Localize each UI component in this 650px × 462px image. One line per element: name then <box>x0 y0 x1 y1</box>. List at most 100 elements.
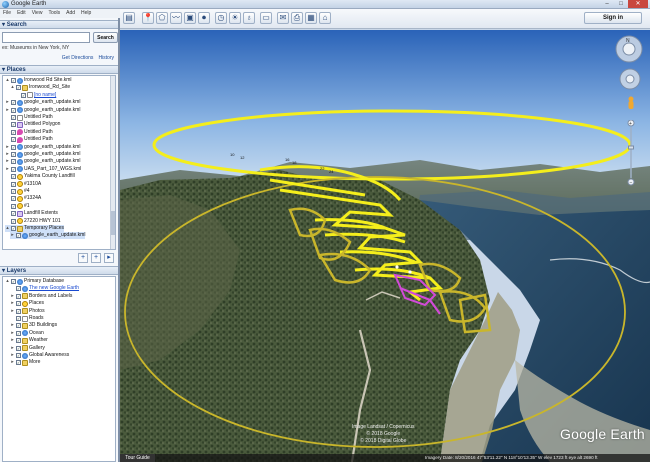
layer-item[interactable]: ▸ ✓ Borders and Labels <box>10 293 72 300</box>
places-item[interactable]: ▸ ✓ UAS_Part_107_WGS.kml <box>5 166 81 173</box>
places-item[interactable]: ✓ Untitled Path <box>5 136 53 143</box>
places-item[interactable]: ▴ ✓ Ironwood Rd Site.kml <box>5 77 72 84</box>
visibility-checkbox[interactable]: ✓ <box>11 100 16 106</box>
places-scrollbar[interactable] <box>110 76 115 249</box>
places-item[interactable]: ▴ ✓ Temporary Places <box>5 225 65 232</box>
places-item[interactable]: ✓ Yakima County Landfill <box>5 173 75 180</box>
layer-item[interactable]: ▸ ✓ Gallery <box>10 345 45 352</box>
layer-item[interactable]: ▴ ✓ Primary Database <box>5 278 64 285</box>
visibility-checkbox[interactable]: ✓ <box>11 181 16 187</box>
layers-panel-header[interactable]: ▾ Layers <box>0 266 118 275</box>
expand-toggle-icon[interactable]: ▴ <box>5 77 10 84</box>
view-in-maps-button[interactable]: ⌂ <box>319 12 331 24</box>
visibility-checkbox[interactable]: ✓ <box>11 279 16 284</box>
places-item[interactable]: ✓ [no name] <box>15 92 56 99</box>
places-item[interactable]: ✓ Untitled Path <box>5 114 53 121</box>
visibility-checkbox[interactable]: ✓ <box>11 129 16 135</box>
sidebar-toggle-button[interactable]: ▤ <box>123 12 135 24</box>
expand-toggle-icon[interactable]: ▸ <box>5 99 10 106</box>
menu-item-tools[interactable]: Tools <box>48 9 60 18</box>
visibility-checkbox[interactable]: ✓ <box>11 107 16 113</box>
add-polygon-button[interactable]: ⬠ <box>156 12 168 24</box>
sunlight-button[interactable]: ☀ <box>229 12 241 24</box>
expand-toggle-icon[interactable]: ▸ <box>5 166 10 173</box>
menu-item-file[interactable]: File <box>3 9 11 18</box>
save-image-button[interactable]: ▦ <box>305 12 317 24</box>
visibility-checkbox[interactable]: ✓ <box>21 92 26 98</box>
visibility-checkbox[interactable]: ✓ <box>11 211 16 217</box>
visibility-checkbox[interactable]: ✓ <box>16 293 21 299</box>
record-tour-button[interactable]: ⏺ <box>198 12 210 24</box>
email-button[interactable]: ✉ <box>277 12 289 24</box>
search-button[interactable]: Search <box>93 32 118 43</box>
sign-in-button[interactable]: Sign in <box>584 12 642 24</box>
places-item[interactable]: ▸ ✓ google_earth_update.kml <box>5 99 80 106</box>
layer-item[interactable]: ▸ ✓ Photos <box>10 308 45 315</box>
places-item[interactable]: ✓ Untitled Path <box>5 129 53 136</box>
ruler-button[interactable]: ▭ <box>260 12 272 24</box>
visibility-checkbox[interactable]: ✓ <box>16 345 21 351</box>
expand-toggle-icon[interactable]: ▴ <box>10 84 15 91</box>
menu-item-add[interactable]: Add <box>66 9 75 18</box>
add-image-overlay-button[interactable]: ▣ <box>184 12 196 24</box>
places-item[interactable]: ✓ #4 <box>5 188 30 195</box>
compass-icon[interactable]: N <box>615 35 643 63</box>
expand-toggle-icon[interactable]: ▸ <box>5 158 10 165</box>
history-link[interactable]: History <box>98 55 114 61</box>
visibility-checkbox[interactable]: ✓ <box>11 166 16 172</box>
maximize-button[interactable]: □ <box>614 0 628 8</box>
add-folder-button[interactable]: + <box>78 253 88 263</box>
visibility-checkbox[interactable]: ✓ <box>11 78 16 83</box>
layer-item[interactable]: ✓ Roads <box>10 315 43 322</box>
places-item[interactable]: ✓ #1310A <box>5 181 41 188</box>
places-item[interactable]: ▸ ✓ google_earth_update.kml <box>5 158 80 165</box>
visibility-checkbox[interactable]: ✓ <box>11 137 16 143</box>
minimize-button[interactable]: – <box>600 0 614 8</box>
places-item[interactable]: ✓ #1324A <box>5 195 41 202</box>
places-item[interactable]: ✓ Untitled Polygon <box>5 121 60 128</box>
layer-item[interactable]: ✓ The new Google Earth <box>10 285 79 292</box>
menu-item-view[interactable]: View <box>32 9 43 18</box>
terrain-render[interactable]: 10 12 1618 22 24 <box>120 30 650 462</box>
places-item[interactable]: ▸ ✓ google_earth_update.kml <box>5 151 80 158</box>
search-panel-header[interactable]: ▾ Search <box>0 20 118 29</box>
visibility-checkbox[interactable]: ✓ <box>16 323 21 329</box>
visibility-checkbox[interactable]: ✓ <box>16 233 21 239</box>
places-panel-header[interactable]: ▾ Places <box>0 65 118 74</box>
layer-item[interactable]: ▸ ✓ More <box>10 359 40 366</box>
expand-toggle-icon[interactable]: ▸ <box>10 330 15 337</box>
visibility-checkbox[interactable]: ✓ <box>16 360 21 366</box>
expand-toggle-icon[interactable]: ▸ <box>10 337 15 344</box>
visibility-checkbox[interactable]: ✓ <box>16 316 21 321</box>
visibility-checkbox[interactable]: ✓ <box>11 115 16 120</box>
places-item[interactable]: ▸ ✓ google_earth_update.kml <box>5 107 80 114</box>
print-button[interactable]: ⎙ <box>291 12 303 24</box>
expand-toggle-icon[interactable]: ▴ <box>5 278 10 285</box>
layer-item[interactable]: ▸ ✓ Global Awareness <box>10 352 69 359</box>
expand-toggle-icon[interactable]: ▸ <box>10 345 15 352</box>
visibility-checkbox[interactable]: ✓ <box>11 159 16 165</box>
expand-toggle-icon[interactable]: ▸ <box>10 300 15 307</box>
visibility-checkbox[interactable]: ✓ <box>16 301 21 307</box>
visibility-checkbox[interactable]: ✓ <box>16 286 21 292</box>
get-directions-link[interactable]: Get Directions <box>62 55 94 61</box>
close-button[interactable]: ✕ <box>628 0 648 8</box>
zoom-slider[interactable]: + − <box>627 120 635 186</box>
places-item[interactable]: ✓ #1 <box>5 203 30 210</box>
layer-item[interactable]: ▸ ✓ Ocean <box>10 330 44 337</box>
places-scrollbar-thumb[interactable] <box>111 211 115 235</box>
expand-toggle-icon[interactable]: ▸ <box>10 232 15 239</box>
visibility-checkbox[interactable]: ✓ <box>11 218 16 224</box>
visibility-checkbox[interactable]: ✓ <box>11 152 16 157</box>
places-item[interactable]: ▸ ✓ google_earth_update.kml <box>5 144 80 151</box>
visibility-checkbox[interactable]: ✓ <box>11 226 16 231</box>
look-around-control[interactable]: N <box>615 35 643 63</box>
layer-item[interactable]: ▸ ✓ Places <box>10 300 44 307</box>
expand-toggle-icon[interactable]: ▸ <box>10 308 15 315</box>
visibility-checkbox[interactable]: ✓ <box>16 330 21 336</box>
visibility-checkbox[interactable]: ✓ <box>16 85 21 91</box>
historical-imagery-button[interactable]: ◷ <box>215 12 227 24</box>
places-item[interactable]: ✓ 27220 HWY 101 <box>5 218 61 225</box>
menu-item-edit[interactable]: Edit <box>17 9 26 18</box>
visibility-checkbox[interactable]: ✓ <box>11 122 16 128</box>
